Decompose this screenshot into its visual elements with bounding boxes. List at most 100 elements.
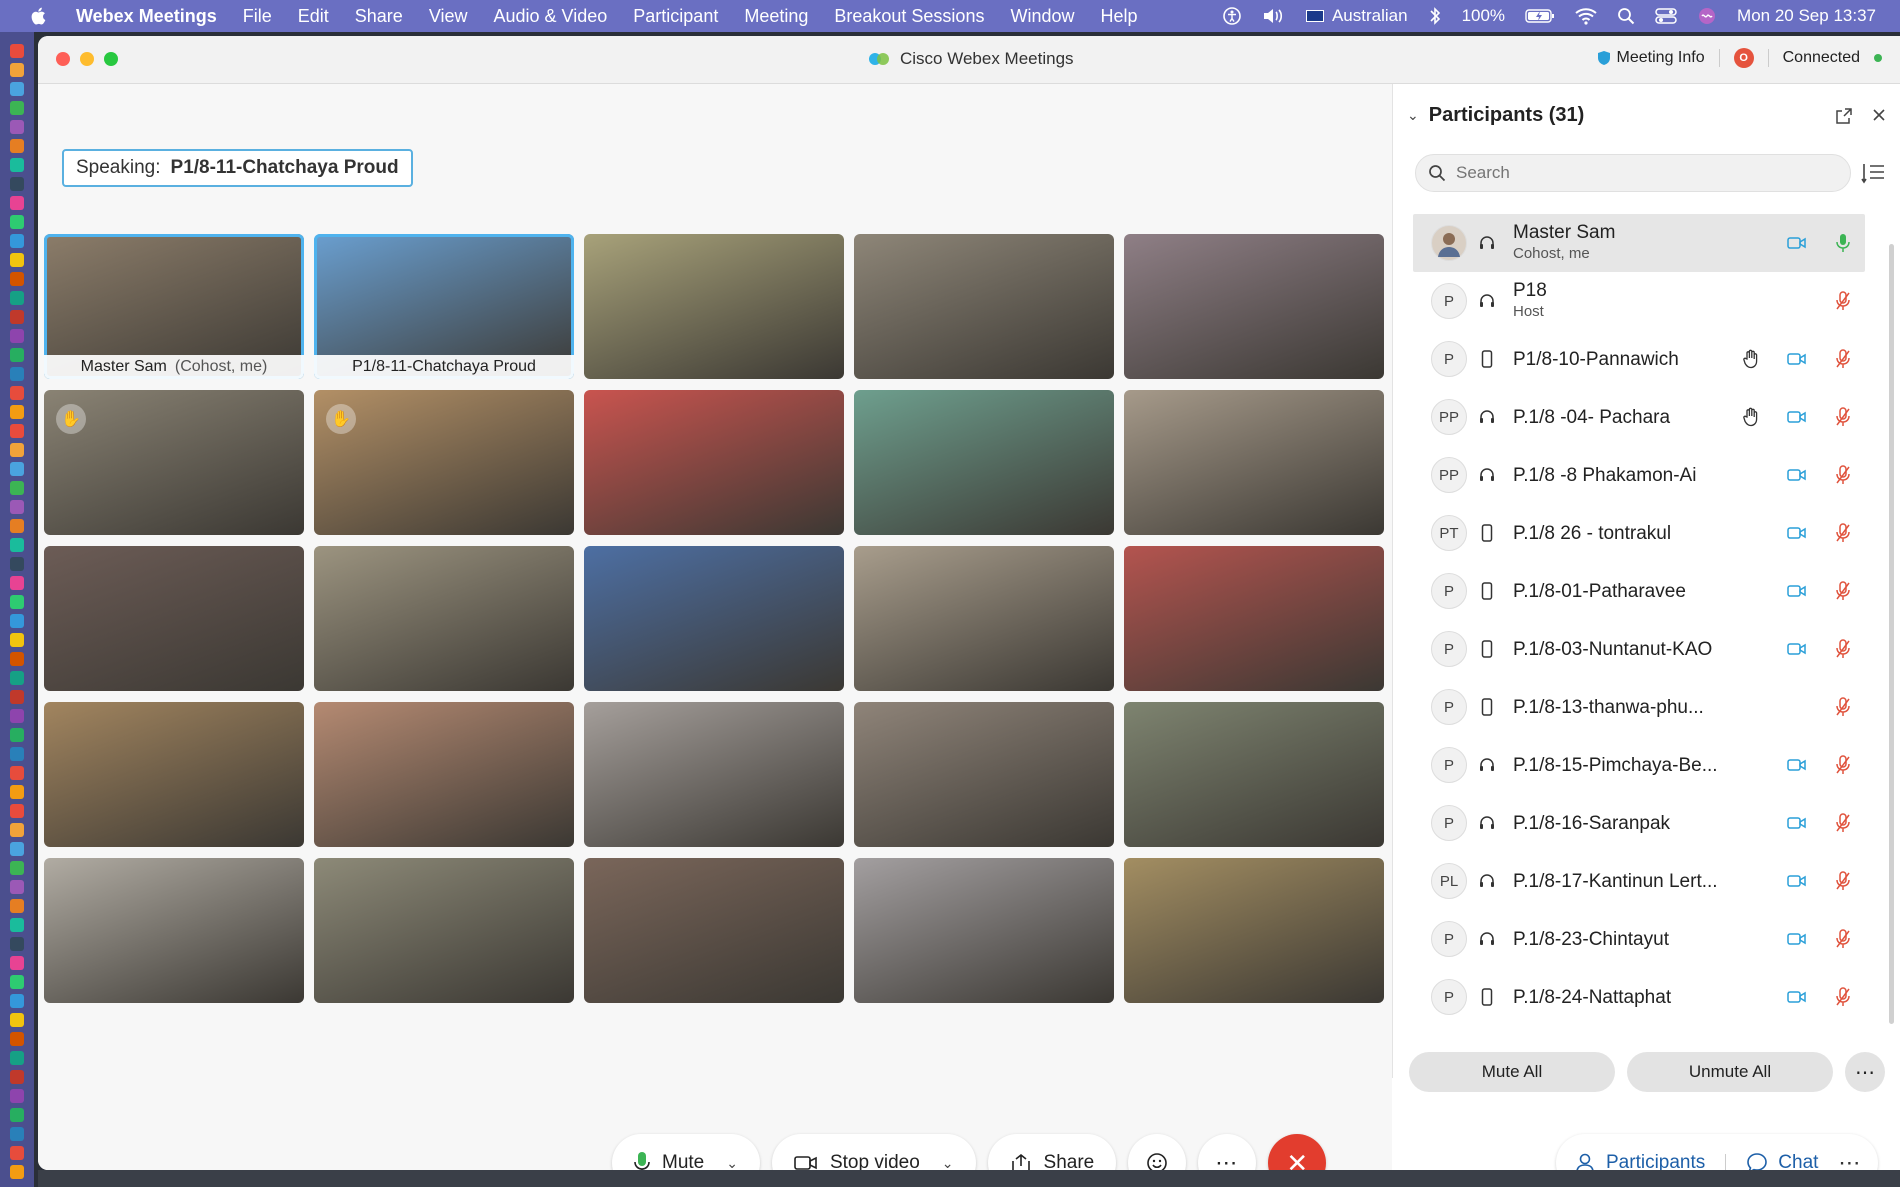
mute-button[interactable]: Mute ⌄ [612,1134,760,1170]
bluetooth-icon[interactable] [1428,6,1442,26]
menu-breakout-sessions[interactable]: Breakout Sessions [834,6,984,27]
participant-mic-toggle[interactable] [1831,465,1855,485]
participant-mic-toggle[interactable] [1831,407,1855,427]
participant-row[interactable]: PL P.1/8-17-Kantinun Lert... [1413,852,1865,910]
dock-app-icon[interactable] [10,690,24,704]
dock-app-icon[interactable] [10,120,24,134]
video-tile[interactable] [1124,858,1384,1003]
more-panels-button[interactable]: ⋯ [1838,1150,1860,1170]
participant-row[interactable]: PP P.1/8 -04- Pachara [1413,388,1865,446]
participant-mic-toggle[interactable] [1831,523,1855,543]
dock-app-icon[interactable] [10,766,24,780]
dock-app-icon[interactable] [10,272,24,286]
dock-app-icon[interactable] [10,899,24,913]
dock-app-icon[interactable] [10,652,24,666]
participant-mic-toggle[interactable] [1831,581,1855,601]
dock-app-icon[interactable] [10,253,24,267]
video-tile[interactable]: ✋ [44,390,304,535]
video-tile[interactable] [314,702,574,847]
dock-app-icon[interactable] [10,880,24,894]
dock-app-icon[interactable] [10,329,24,343]
video-tile[interactable] [854,390,1114,535]
participant-row[interactable]: P P.1/8-01-Patharavee [1413,562,1865,620]
participant-row[interactable]: P P.1/8-15-Pimchaya-Be... [1413,736,1865,794]
dock-app-icon[interactable] [10,823,24,837]
video-tile[interactable] [584,858,844,1003]
meeting-info-button[interactable]: Meeting Info [1597,49,1705,67]
menubar-clock[interactable]: Mon 20 Sep 13:37 [1737,6,1876,26]
control-center-icon[interactable] [1655,7,1677,25]
dock-app-icon[interactable] [10,215,24,229]
share-button[interactable]: Share [987,1134,1117,1170]
participant-mic-toggle[interactable] [1831,349,1855,369]
video-tile[interactable] [1124,390,1384,535]
video-tile[interactable] [1124,702,1384,847]
dock-app-icon[interactable] [10,1032,24,1046]
participant-mic-toggle[interactable] [1831,929,1855,949]
dock-app-icon[interactable] [10,785,24,799]
dock-app-icon[interactable] [10,918,24,932]
participant-list-scrollbar[interactable] [1889,244,1894,1024]
dock-app-icon[interactable] [10,994,24,1008]
participant-row[interactable]: P P.1/8-13-thanwa-phu... [1413,678,1865,736]
menu-edit[interactable]: Edit [298,6,329,27]
participant-search-input[interactable] [1456,163,1836,183]
dock-app-icon[interactable] [10,196,24,210]
dock-app-icon[interactable] [10,937,24,951]
video-tile[interactable]: ✋ [314,390,574,535]
video-tile[interactable] [584,234,844,379]
accessibility-icon[interactable] [1222,6,1242,26]
dock-app-icon[interactable] [10,481,24,495]
participant-mic-toggle[interactable] [1831,987,1855,1007]
dock-app-icon[interactable] [10,158,24,172]
participant-row[interactable]: PP P.1/8 -8 Phakamon-Ai [1413,446,1865,504]
video-tile[interactable] [584,390,844,535]
reactions-button[interactable] [1128,1134,1187,1170]
dock-app-icon[interactable] [10,614,24,628]
dock-app-icon[interactable] [10,462,24,476]
unmute-all-button[interactable]: Unmute All [1627,1052,1833,1092]
dock-app-icon[interactable] [10,861,24,875]
video-tile[interactable] [44,546,304,691]
video-tile[interactable]: P1/8-11-Chatchaya Proud [314,234,574,379]
menu-audio-video[interactable]: Audio & Video [494,6,608,27]
dock-app-icon[interactable] [10,1108,24,1122]
battery-charging-icon[interactable] [1525,8,1555,24]
video-tile[interactable] [854,858,1114,1003]
video-tile[interactable] [584,546,844,691]
dock-app-icon[interactable] [10,633,24,647]
chat-toggle-button[interactable]: Chat [1746,1152,1818,1170]
video-tile[interactable] [584,702,844,847]
recording-badge[interactable]: O [1733,48,1754,68]
participant-search-box[interactable] [1415,154,1851,192]
more-options-button[interactable]: ⋯ [1198,1134,1257,1170]
video-tile[interactable] [1124,546,1384,691]
dock-app-icon[interactable] [10,709,24,723]
stop-video-button[interactable]: Stop video ⌄ [771,1134,976,1170]
menubar-app-name[interactable]: Webex Meetings [76,6,217,27]
video-tile[interactable] [44,858,304,1003]
participant-row[interactable]: P P1/8-10-Pannawich [1413,330,1865,388]
participant-mic-toggle[interactable] [1831,291,1855,311]
dock-app-icon[interactable] [10,1165,24,1179]
spotlight-search-icon[interactable] [1617,7,1635,25]
dock-app-icon[interactable] [10,728,24,742]
participant-mic-toggle[interactable] [1831,813,1855,833]
siri-icon[interactable] [1697,6,1717,26]
pop-out-icon[interactable] [1836,107,1852,124]
participants-toggle-button[interactable]: Participants [1574,1152,1705,1170]
dock-app-icon[interactable] [10,804,24,818]
dock-app-icon[interactable] [10,234,24,248]
dock-app-icon[interactable] [10,1070,24,1084]
menu-meeting[interactable]: Meeting [744,6,808,27]
participant-row[interactable]: P P.1/8-24-Nattaphat [1413,968,1865,1026]
dock-app-icon[interactable] [10,367,24,381]
dock-app-icon[interactable] [10,177,24,191]
apple-logo-icon[interactable] [28,5,50,27]
wifi-icon[interactable] [1575,7,1597,25]
dock-app-icon[interactable] [10,386,24,400]
participant-row[interactable]: Master Sam Cohost, me [1413,214,1865,272]
video-tile[interactable] [854,702,1114,847]
leave-meeting-button[interactable]: ✕ [1268,1134,1327,1170]
dock-app-icon[interactable] [10,1089,24,1103]
